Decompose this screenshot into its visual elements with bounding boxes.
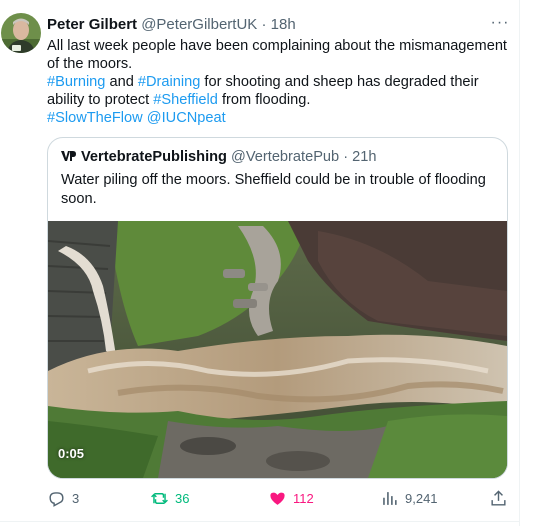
vertebrate-logo-icon (61, 151, 76, 161)
tweet-text: All last week people have been complaini… (47, 37, 512, 127)
hashtag-draining[interactable]: #Draining (138, 74, 200, 90)
heart-icon (270, 492, 285, 505)
share-icon (491, 489, 506, 506)
repost-count: 36 (175, 490, 190, 506)
repost-icon (151, 492, 168, 504)
timeline-border-bottom (0, 521, 520, 522)
hashtag-sheffield[interactable]: #Sheffield (153, 92, 218, 108)
tweet-text-line1: All last week people have been complaini… (47, 38, 507, 72)
quoted-time[interactable]: 21h (352, 149, 376, 165)
views-count: 9,241 (405, 490, 438, 506)
share-button[interactable] (489, 486, 508, 510)
repost-button[interactable]: 36 (150, 486, 189, 510)
timeline-border-right (519, 0, 520, 526)
like-button[interactable]: 112 (268, 486, 314, 510)
quoted-author-handle[interactable]: @VertebratePub (231, 149, 339, 165)
video-player[interactable]: 0:05 (48, 221, 507, 478)
hashtag-slowtheflow[interactable]: #SlowTheFlow (47, 110, 143, 126)
video-thumbnail (48, 221, 507, 478)
reply-button[interactable]: 3 (47, 486, 79, 510)
hashtag-burning[interactable]: #Burning (47, 74, 105, 90)
dot-separator: · (261, 16, 267, 33)
tweet-text-line2: #Burning and #Draining for shooting and … (47, 73, 512, 109)
quoted-tweet[interactable]: VertebratePublishing @VertebratePub · 21… (47, 137, 508, 479)
tweet-header: Peter Gilbert @PeterGilbertUK · 18h (47, 15, 296, 35)
tweet-time[interactable]: 18h (271, 16, 296, 33)
views-button[interactable]: 9,241 (380, 486, 438, 510)
text-and: and (105, 74, 138, 90)
tweet-text-line3: #SlowTheFlow @IUCNpeat (47, 109, 512, 127)
tweet-actions: 3 36 112 9,241 (47, 486, 517, 510)
quoted-header: VertebratePublishing @VertebratePub · 21… (61, 148, 377, 166)
views-icon (383, 491, 397, 505)
reply-count: 3 (72, 490, 80, 506)
quoted-text: Water piling off the moors. Sheffield co… (61, 172, 486, 207)
author-handle[interactable]: @PeterGilbertUK (141, 16, 257, 33)
more-icon[interactable]: ··· (488, 13, 512, 33)
text-end: from flooding. (217, 92, 311, 108)
quoted-author-name[interactable]: VertebratePublishing (81, 149, 227, 165)
like-count: 112 (293, 490, 314, 506)
author-name[interactable]: Peter Gilbert (47, 16, 137, 33)
video-duration: 0:05 (58, 446, 85, 461)
reply-icon (49, 491, 64, 507)
author-avatar[interactable] (1, 13, 41, 53)
mention-iucnpeat[interactable]: @IUCNpeat (147, 110, 226, 126)
quoted-dot-separator: · (343, 149, 349, 165)
